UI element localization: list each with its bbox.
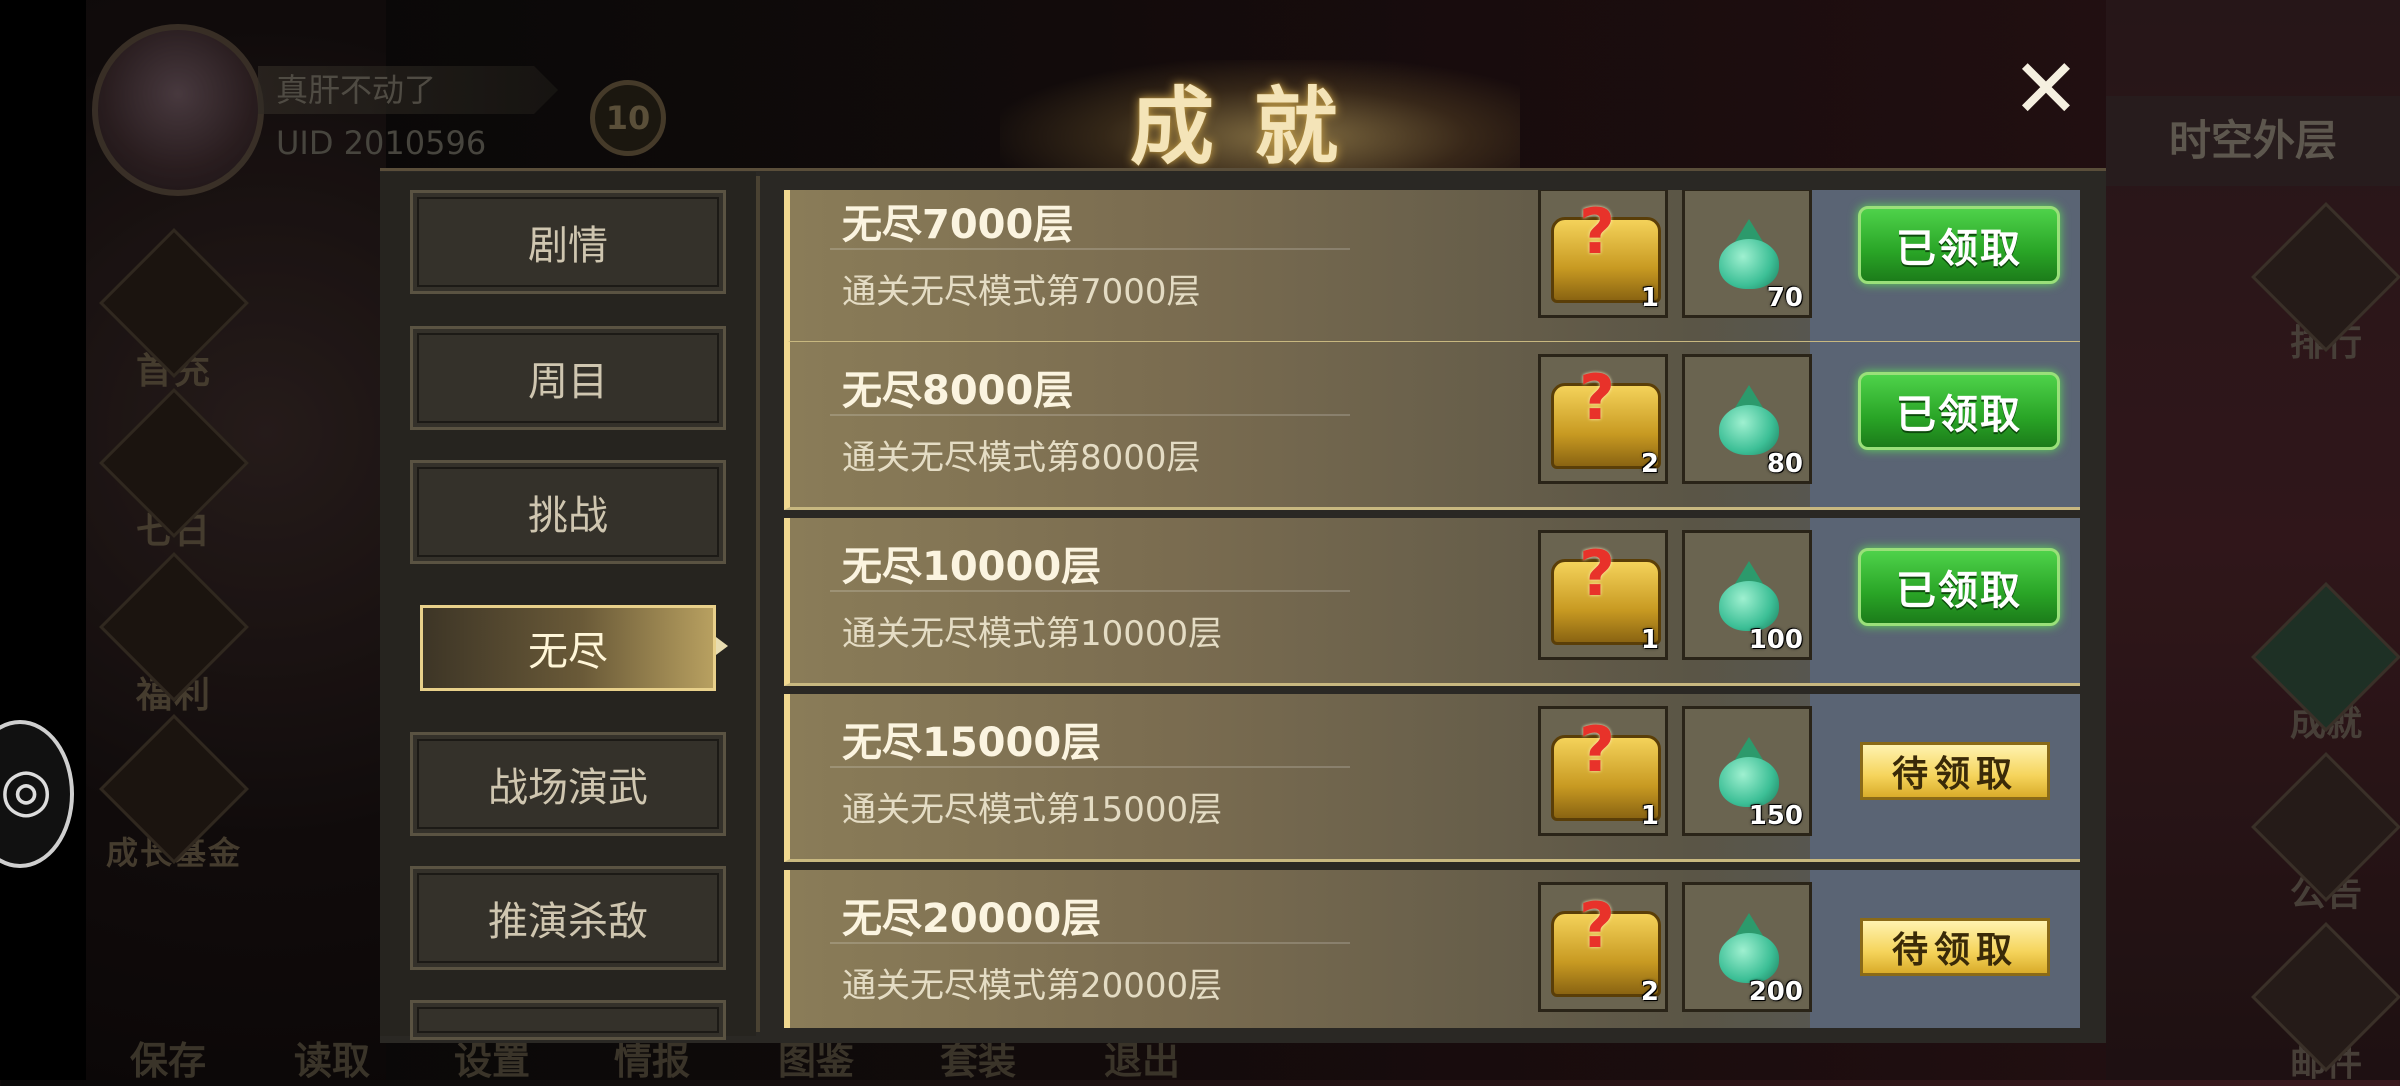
achievement-row: 无尽7000层 通关无尽模式第7000层 ? 1 70 已领取 xyxy=(784,190,2080,344)
achievement-desc: 通关无尽模式第10000层 xyxy=(842,614,1223,654)
achievement-desc: 通关无尽模式第8000层 xyxy=(842,438,1201,478)
close-button[interactable]: ✕ xyxy=(2006,49,2086,131)
mystery-chest-reward[interactable]: ? 2 xyxy=(1538,882,1668,1012)
reward-qty: 1 xyxy=(1640,283,1659,313)
achievement-list[interactable]: 无尽7000层 通关无尽模式第7000层 ? 1 70 已领取 无尽8000层 … xyxy=(784,190,2080,1028)
question-mark-icon: ? xyxy=(1579,713,1615,786)
question-mark-icon: ? xyxy=(1579,195,1615,268)
achievement-title: 无尽20000层 xyxy=(842,896,1102,942)
question-mark-icon: ? xyxy=(1579,537,1615,610)
tab-deduction-kills[interactable]: 推演杀敌 xyxy=(410,866,726,970)
jade-icon xyxy=(1719,581,1779,631)
mystery-chest-reward[interactable]: ? 1 xyxy=(1538,530,1668,660)
jade-reward[interactable]: 70 xyxy=(1682,190,1812,318)
achievement-desc: 通关无尽模式第20000层 xyxy=(842,966,1223,1006)
reward-qty: 1 xyxy=(1640,625,1659,655)
claim-button[interactable]: 待领取 xyxy=(1860,742,2050,800)
dialog-title: 成就 xyxy=(1130,77,1379,176)
achievement-row: 无尽15000层 通关无尽模式第15000层 ? 1 150 待领取 xyxy=(784,694,2080,862)
tab-endless[interactable]: 无尽 xyxy=(420,605,716,691)
achievement-title: 无尽7000层 xyxy=(842,202,1074,248)
achievement-row: 无尽8000层 通关无尽模式第8000层 ? 2 80 已领取 xyxy=(784,342,2080,510)
reward-qty: 100 xyxy=(1748,625,1803,655)
jade-icon xyxy=(1719,757,1779,807)
achievement-row: 无尽20000层 通关无尽模式第20000层 ? 2 200 待领取 xyxy=(784,870,2080,1028)
tab-challenge[interactable]: 挑战 xyxy=(410,460,726,564)
reward-qty: 1 xyxy=(1640,801,1659,831)
reward-qty: 70 xyxy=(1766,283,1803,313)
jade-icon xyxy=(1719,239,1779,289)
claimed-button[interactable]: 已领取 xyxy=(1858,372,2060,450)
assist-icon: ◎ xyxy=(0,755,53,825)
mystery-chest-reward[interactable]: ? 1 xyxy=(1538,190,1668,318)
claim-button[interactable]: 待领取 xyxy=(1860,918,2050,976)
question-mark-icon: ? xyxy=(1579,889,1615,962)
achievement-desc: 通关无尽模式第7000层 xyxy=(842,272,1201,312)
achievement-row: 无尽10000层 通关无尽模式第10000层 ? 1 100 已领取 xyxy=(784,518,2080,686)
achievement-desc: 通关无尽模式第15000层 xyxy=(842,790,1223,830)
jade-icon xyxy=(1719,405,1779,455)
reward-qty: 2 xyxy=(1640,449,1659,479)
reward-qty: 2 xyxy=(1640,977,1659,1007)
panel-divider xyxy=(756,176,760,1032)
jade-reward[interactable]: 150 xyxy=(1682,706,1812,836)
tab-partial[interactable] xyxy=(410,1000,726,1040)
reward-qty: 150 xyxy=(1748,801,1803,831)
reward-qty: 80 xyxy=(1766,449,1803,479)
claimed-button[interactable]: 已领取 xyxy=(1858,548,2060,626)
jade-reward[interactable]: 200 xyxy=(1682,882,1812,1012)
achievement-title: 无尽10000层 xyxy=(842,544,1102,590)
mystery-chest-reward[interactable]: ? 2 xyxy=(1538,354,1668,484)
achievement-title: 无尽15000层 xyxy=(842,720,1102,766)
tab-cycle[interactable]: 周目 xyxy=(410,326,726,430)
jade-reward[interactable]: 80 xyxy=(1682,354,1812,484)
reward-qty: 200 xyxy=(1748,977,1803,1007)
achievement-title: 无尽8000层 xyxy=(842,368,1074,414)
active-tab-arrow xyxy=(716,637,728,655)
jade-icon xyxy=(1719,933,1779,983)
tab-story[interactable]: 剧情 xyxy=(410,190,726,294)
claimed-button[interactable]: 已领取 xyxy=(1858,206,2060,284)
jade-reward[interactable]: 100 xyxy=(1682,530,1812,660)
question-mark-icon: ? xyxy=(1579,361,1615,434)
mystery-chest-reward[interactable]: ? 1 xyxy=(1538,706,1668,836)
tab-battlefield-drill[interactable]: 战场演武 xyxy=(410,732,726,836)
